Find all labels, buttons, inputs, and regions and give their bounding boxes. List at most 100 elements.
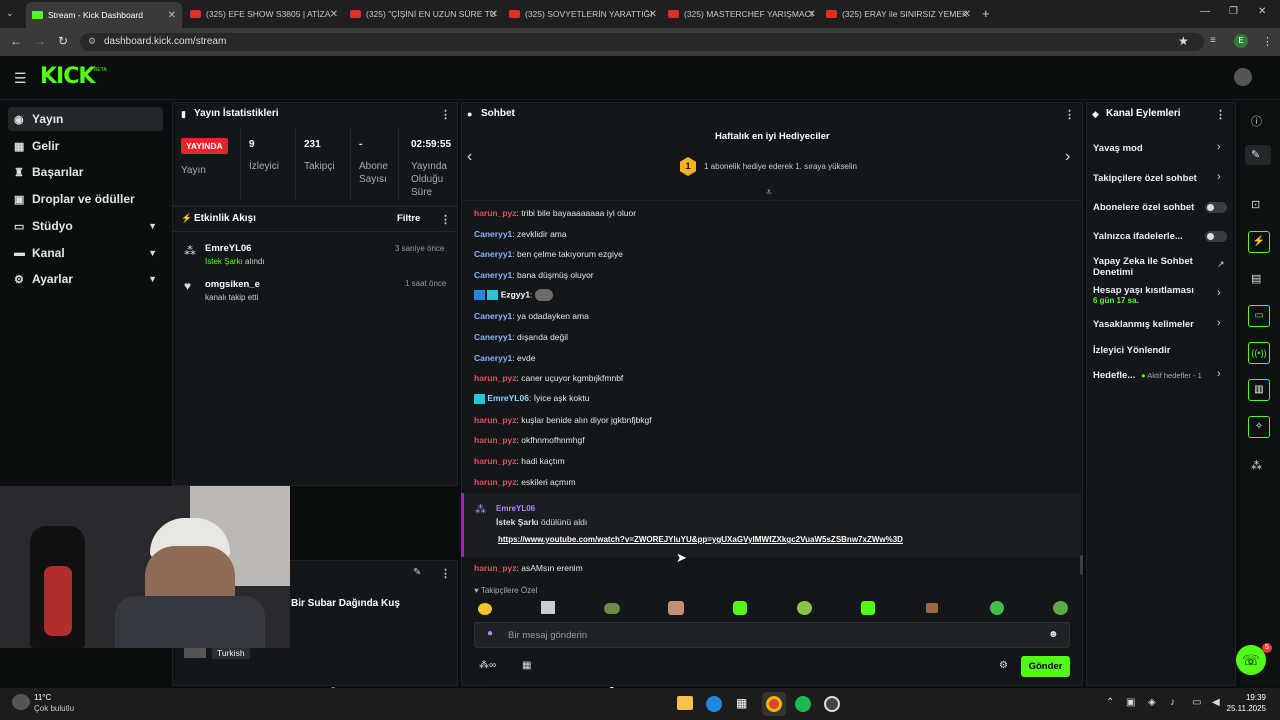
weather-icon[interactable] — [12, 694, 30, 710]
tab-youtube-2[interactable]: (325) "ÇİŞİNİ EN UZUN SÜRE TU ✕ — [350, 4, 498, 24]
chevron-right-icon[interactable]: › — [1065, 148, 1070, 166]
document-icon[interactable]: ▤ — [1251, 272, 1261, 285]
reward-user[interactable]: EmreYL06 — [496, 504, 535, 513]
store-icon[interactable]: ▦ — [522, 660, 531, 671]
tab-youtube-4[interactable]: (325) MASTERCHEF YARIŞMACI ✕ — [668, 4, 816, 24]
rewards-icon[interactable]: ⁂∞ — [479, 660, 496, 671]
emote-icon[interactable] — [541, 601, 555, 614]
emote-icon[interactable] — [604, 603, 620, 614]
spotify-icon[interactable] — [795, 696, 811, 712]
emote-icon[interactable] — [797, 601, 812, 615]
tab-close-icon[interactable]: ✕ — [168, 10, 176, 21]
reload-icon[interactable]: ↻ — [58, 34, 68, 48]
network-icon[interactable]: ▭ — [1192, 697, 1201, 708]
chevron-left-icon[interactable]: ‹ — [467, 148, 472, 166]
info-icon[interactable]: ⓘ — [1251, 113, 1262, 129]
chat-toggle-icon[interactable]: ▭ — [1248, 305, 1270, 327]
minimize-icon[interactable]: — — [1200, 6, 1210, 17]
tray-app-icon[interactable]: ◈ — [1148, 697, 1156, 708]
activity-user[interactable]: EmreYL06 — [205, 243, 251, 254]
account-age-item[interactable]: Hesap yaşı kısıtlaması — [1093, 285, 1194, 296]
broadcast-toggle-icon[interactable]: ((•)) — [1248, 342, 1270, 364]
obs-icon[interactable] — [824, 696, 840, 712]
emote-icon[interactable] — [990, 601, 1004, 615]
tab-search-list-icon[interactable]: ≡ — [1210, 35, 1216, 46]
reward-icon[interactable]: ● — [487, 628, 493, 639]
sidebar-item-droplar[interactable]: ▣ Droplar ve ödüller — [8, 187, 163, 211]
edit-pencil-icon[interactable]: ✎ — [1251, 148, 1260, 161]
back-icon[interactable]: ← — [10, 34, 22, 48]
goals-item[interactable]: Hedefle... — [1093, 370, 1135, 381]
tray-app-icon[interactable]: ▣ — [1126, 697, 1135, 708]
quick-action-icon[interactable]: ⚡ — [1248, 231, 1270, 253]
user-avatar[interactable] — [1234, 68, 1252, 86]
chevron-right-icon[interactable]: › — [1217, 368, 1221, 380]
tab-close-icon[interactable]: ✕ — [808, 9, 816, 20]
followers-only-chat-item[interactable]: Takipçilere özel sohbet — [1093, 173, 1197, 184]
maximize-icon[interactable]: ❐ — [1229, 6, 1238, 17]
emote-icon[interactable] — [478, 603, 492, 615]
channel-actions-menu-icon[interactable]: ⋮ — [1215, 108, 1226, 121]
emote-icon[interactable] — [668, 601, 684, 615]
tab-kick-dashboard[interactable]: Stream - Kick Dashboard ✕ — [26, 2, 182, 28]
chat-settings-gear-icon[interactable]: ⚙ — [999, 660, 1008, 671]
chevron-right-icon[interactable]: › — [1217, 141, 1221, 153]
rewards-icon[interactable]: ⁂ — [1251, 459, 1262, 472]
emotes-only-toggle[interactable] — [1205, 231, 1227, 242]
tab-youtube-3[interactable]: (325) SOVYETLERİN YARATTIĞI ✕ — [509, 4, 657, 24]
sidebar-item-gelir[interactable]: ▦ Gelir — [8, 134, 163, 158]
new-tab-icon[interactable]: + — [982, 6, 990, 21]
tab-youtube-1[interactable]: (325) EFE SHOW S3805 | ATİZA ✕ — [190, 4, 338, 24]
bookmark-star-icon[interactable]: ★ — [1178, 34, 1189, 48]
browser-menu-icon[interactable]: ⋮ — [1262, 35, 1273, 48]
clock-time[interactable]: 19:39 — [1228, 693, 1266, 702]
volume-icon[interactable]: ◀ — [1212, 697, 1220, 708]
chat-menu-icon[interactable]: ⋮ — [1064, 108, 1075, 121]
chrome-icon[interactable] — [766, 696, 782, 712]
tab-close-icon[interactable]: ✕ — [330, 9, 338, 20]
sidebar-item-yayin[interactable]: ◉ Yayın — [8, 107, 163, 131]
slow-mode-item[interactable]: Yavaş mod — [1093, 143, 1143, 154]
hamburger-menu-icon[interactable]: ☰ — [14, 70, 27, 87]
emoji-picker-icon[interactable]: ☻ — [1048, 629, 1059, 640]
stats-menu-icon[interactable]: ⋮ — [440, 108, 451, 121]
address-input[interactable] — [80, 33, 1204, 51]
emote-icon[interactable] — [1053, 601, 1068, 615]
collapse-icon[interactable]: ⩡ — [766, 187, 772, 198]
raid-item[interactable]: İzleyici Yönlendir — [1093, 345, 1170, 356]
activity-user[interactable]: omgsiken_e — [205, 279, 260, 290]
sidebar-item-basarilar[interactable]: ♜ Başarılar — [8, 160, 163, 184]
store-app-icon[interactable]: ▦ — [736, 696, 752, 712]
filter-button[interactable]: Filtre — [397, 213, 420, 224]
emote-icon[interactable] — [861, 601, 875, 615]
forward-icon[interactable]: → — [34, 34, 46, 48]
banned-words-item[interactable]: Yasaklanmış kelimeler — [1093, 319, 1194, 330]
sidebar-item-kanal[interactable]: ▬ Kanal ▼ — [8, 241, 163, 265]
microphone-icon[interactable]: ♪ — [1170, 697, 1175, 708]
layout-icon[interactable]: ▥ — [1248, 379, 1270, 401]
reward-link[interactable]: https://www.youtube.com/watch?v=ZWOREJYl… — [498, 535, 903, 544]
stream-info-menu-icon[interactable]: ⋮ — [440, 567, 451, 580]
tab-close-icon[interactable]: ✕ — [649, 9, 657, 20]
kick-logo[interactable]: KICK — [40, 64, 95, 89]
tab-close-icon[interactable]: ✕ — [490, 9, 498, 20]
chevron-right-icon[interactable]: › — [1217, 317, 1221, 329]
site-info-icon[interactable]: ⚙ — [88, 36, 96, 47]
tab-youtube-5[interactable]: (325) ERAY ile SINIRSIZ YEMEK ✕ — [826, 4, 971, 24]
sidebar-item-studyo[interactable]: ▭ Stüdyo ▼ — [8, 214, 163, 238]
edge-icon[interactable] — [706, 696, 722, 712]
chevron-up-icon[interactable]: ⌃ — [1106, 697, 1114, 708]
emote-icon[interactable] — [733, 601, 747, 615]
subscribers-only-toggle[interactable] — [1205, 202, 1227, 213]
file-explorer-icon[interactable] — [677, 696, 693, 710]
edit-pencil-icon[interactable]: ✎ — [413, 567, 421, 578]
send-button[interactable]: Gönder — [1021, 656, 1070, 677]
profile-avatar[interactable]: E — [1234, 34, 1248, 48]
ai-moderation-item[interactable]: Yapay Zeka ile Sohbet Denetimi — [1093, 256, 1205, 278]
focus-icon[interactable]: ⊡ — [1251, 198, 1260, 211]
sidebar-item-ayarlar[interactable]: ⚙ Ayarlar ▼ — [8, 267, 163, 291]
window-close-icon[interactable]: ✕ — [1258, 6, 1266, 17]
clock-date[interactable]: 25.11.2025 — [1224, 704, 1266, 713]
chevron-right-icon[interactable]: › — [1217, 287, 1221, 299]
tab-close-icon[interactable]: ✕ — [963, 9, 971, 20]
